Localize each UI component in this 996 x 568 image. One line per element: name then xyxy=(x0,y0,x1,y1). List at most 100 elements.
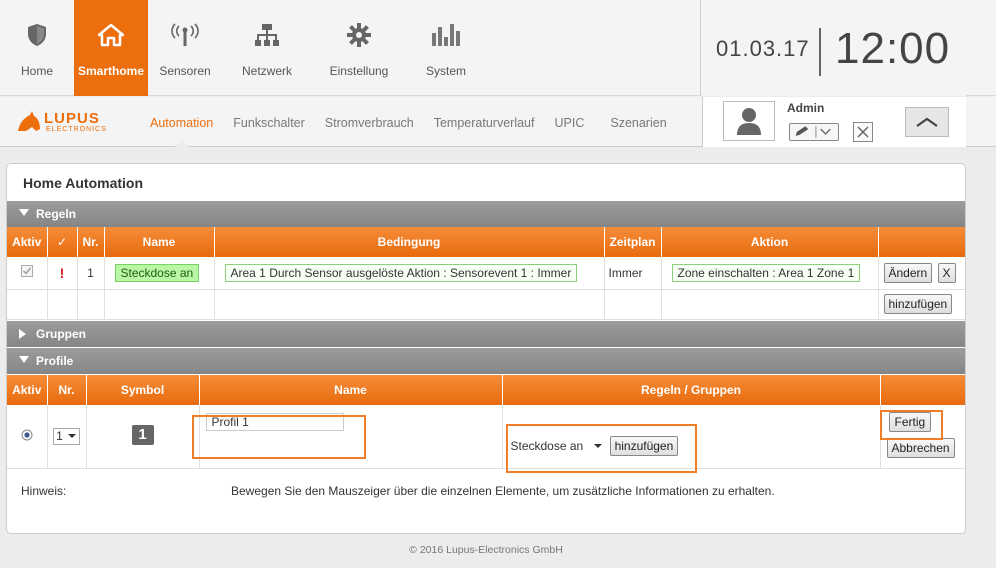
col-bedingung: Bedingung xyxy=(214,227,605,257)
nav-label: Einstellung xyxy=(329,64,389,78)
subnav-szenarien[interactable]: Szenarien xyxy=(610,97,666,147)
warning-icon: ! xyxy=(47,257,78,290)
subnav-temperaturverlauf[interactable]: Temperaturverlauf xyxy=(434,97,535,147)
nav-item-einstellung[interactable]: Einstellung xyxy=(312,0,406,96)
rule-name-cell: Steckdose an xyxy=(104,257,215,290)
sub-nav: Automation Funkschalter Stromverbrauch T… xyxy=(150,97,687,148)
col-aktion: Aktion xyxy=(661,227,879,257)
table-row: hinzufügen xyxy=(7,289,965,320)
subnav-stromverbrauch[interactable]: Stromverbrauch xyxy=(325,97,414,147)
main-nav: Home Smarthome Sensoren Netzwerk Einstel… xyxy=(0,0,486,96)
rule-name[interactable]: Steckdose an xyxy=(114,263,200,282)
caret-down-icon xyxy=(19,209,29,216)
rules-table: Aktiv ✓ Nr. Name Bedingung Zeitplan Akti… xyxy=(7,227,965,320)
col-regeln-gruppen: Regeln / Gruppen xyxy=(502,375,881,405)
section-profile[interactable]: Profile xyxy=(7,348,965,374)
nav-item-sensoren[interactable]: Sensoren xyxy=(148,0,222,96)
user-icon xyxy=(737,108,761,135)
svg-text:LUPUS: LUPUS xyxy=(44,110,100,127)
nav-item-netzwerk[interactable]: Netzwerk xyxy=(222,0,312,96)
col-name: Name xyxy=(104,227,215,257)
profile-active-cell xyxy=(7,405,48,469)
close-icon[interactable] xyxy=(853,122,873,142)
table-row: 1 1 Profil 1 Steckdose an hinzufügen Fer… xyxy=(7,405,965,469)
add-rule-button[interactable]: hinzufügen xyxy=(883,294,953,314)
rule-nr: 1 xyxy=(77,257,105,290)
col-nr: Nr. xyxy=(47,375,87,405)
subnav-automation[interactable]: Automation xyxy=(150,97,213,148)
subnav-upic[interactable]: UPIC xyxy=(554,97,584,147)
rule-action[interactable]: Zone einschalten : Area 1 Zone 1 xyxy=(671,263,861,282)
highlight-rule-select xyxy=(506,424,697,473)
nav-item-smarthome[interactable]: Smarthome xyxy=(74,0,148,96)
hint-label: Hinweis: xyxy=(21,484,67,498)
svg-text:ELECTRONICS: ELECTRONICS xyxy=(46,126,107,133)
radio-button[interactable] xyxy=(21,429,33,441)
nav-label: Home xyxy=(20,64,53,78)
col-symbol: Symbol xyxy=(86,375,200,405)
rule-active-cell xyxy=(7,257,48,290)
top-bar: Home Smarthome Sensoren Netzwerk Einstel… xyxy=(0,0,996,96)
user-panel: Admin xyxy=(702,97,966,147)
user-name: Admin xyxy=(787,101,825,115)
profile-symbol-icon[interactable]: 1 xyxy=(131,424,154,445)
section-label: Gruppen xyxy=(36,327,86,341)
col-actions xyxy=(878,227,965,257)
chevron-up-icon xyxy=(916,117,938,127)
section-label: Profile xyxy=(36,354,74,368)
delete-rule-button[interactable]: X xyxy=(937,262,956,283)
section-label: Regeln xyxy=(36,207,77,221)
date-display: 01.03.17 xyxy=(716,36,810,61)
abbrechen-button[interactable]: Abbrechen xyxy=(886,438,955,459)
col-aktiv: Aktiv xyxy=(7,375,48,405)
col-zeitplan: Zeitplan xyxy=(604,227,662,257)
hint-text: Bewegen Sie den Mauszeiger über die einz… xyxy=(231,484,775,498)
section-regeln[interactable]: Regeln xyxy=(7,201,965,227)
page-title: Home Automation xyxy=(23,175,144,191)
home-automation-panel: Home Automation Regeln Aktiv ✓ Nr. Name … xyxy=(6,163,966,534)
gear-icon xyxy=(347,20,371,50)
house-icon xyxy=(98,20,124,50)
col-actions xyxy=(880,375,965,405)
subnav-funkschalter[interactable]: Funkschalter xyxy=(233,97,305,147)
time-display: 12:00 xyxy=(835,24,951,73)
collapse-header-button[interactable] xyxy=(905,107,949,137)
highlight-name-field xyxy=(192,415,366,459)
table-row: ! 1 Steckdose an Area 1 Durch Sensor aus… xyxy=(7,257,965,290)
avatar xyxy=(723,101,775,141)
nav-label: Sensoren xyxy=(159,64,211,78)
rule-schedule: Immer xyxy=(604,257,662,290)
section-gruppen[interactable]: Gruppen xyxy=(7,321,965,347)
profile-nr-cell: 1 xyxy=(47,405,87,469)
highlight-fertig-button xyxy=(880,410,943,440)
footer-copyright: © 2016 Lupus-Electronics GmbH xyxy=(409,544,563,556)
dropdown-arrow-icon xyxy=(67,434,76,439)
rule-condition-cell: Area 1 Durch Sensor ausgelöste Aktion : … xyxy=(214,257,605,290)
clock-divider xyxy=(819,28,821,76)
nav-label: Smarthome xyxy=(77,64,145,78)
nav-item-home[interactable]: Home xyxy=(0,0,74,96)
antenna-icon xyxy=(170,20,200,50)
rule-condition[interactable]: Area 1 Durch Sensor ausgelöste Aktion : … xyxy=(224,263,578,282)
sub-bar: LUPUS ELECTRONICS Automation Funkschalte… xyxy=(0,97,996,148)
nav-label: System xyxy=(425,64,466,78)
profile-nr-select[interactable]: 1 xyxy=(53,427,80,445)
col-name: Name xyxy=(199,375,503,405)
shield-icon xyxy=(27,20,47,50)
checkbox[interactable] xyxy=(20,265,33,278)
lupus-logo: LUPUS ELECTRONICS xyxy=(16,109,126,137)
nav-label: Netzwerk xyxy=(241,64,292,78)
col-aktiv: Aktiv xyxy=(7,227,48,257)
rule-action-cell: Zone einschalten : Area 1 Zone 1 xyxy=(661,257,879,290)
nav-item-system[interactable]: System xyxy=(406,0,486,96)
rule-actions-cell: Ändern X xyxy=(878,257,965,290)
caret-down-icon xyxy=(19,356,29,363)
edit-user-button[interactable] xyxy=(789,123,839,141)
edit-rule-button[interactable]: Ändern xyxy=(883,262,933,283)
caret-right-icon xyxy=(19,329,26,339)
clock-panel: 01.03.17 12:00 xyxy=(700,0,966,96)
profiles-table: Aktiv Nr. Symbol Name Regeln / Gruppen 1… xyxy=(7,375,965,469)
equalizer-icon xyxy=(431,20,461,50)
col-nr: Nr. xyxy=(77,227,105,257)
col-check: ✓ xyxy=(47,227,78,257)
